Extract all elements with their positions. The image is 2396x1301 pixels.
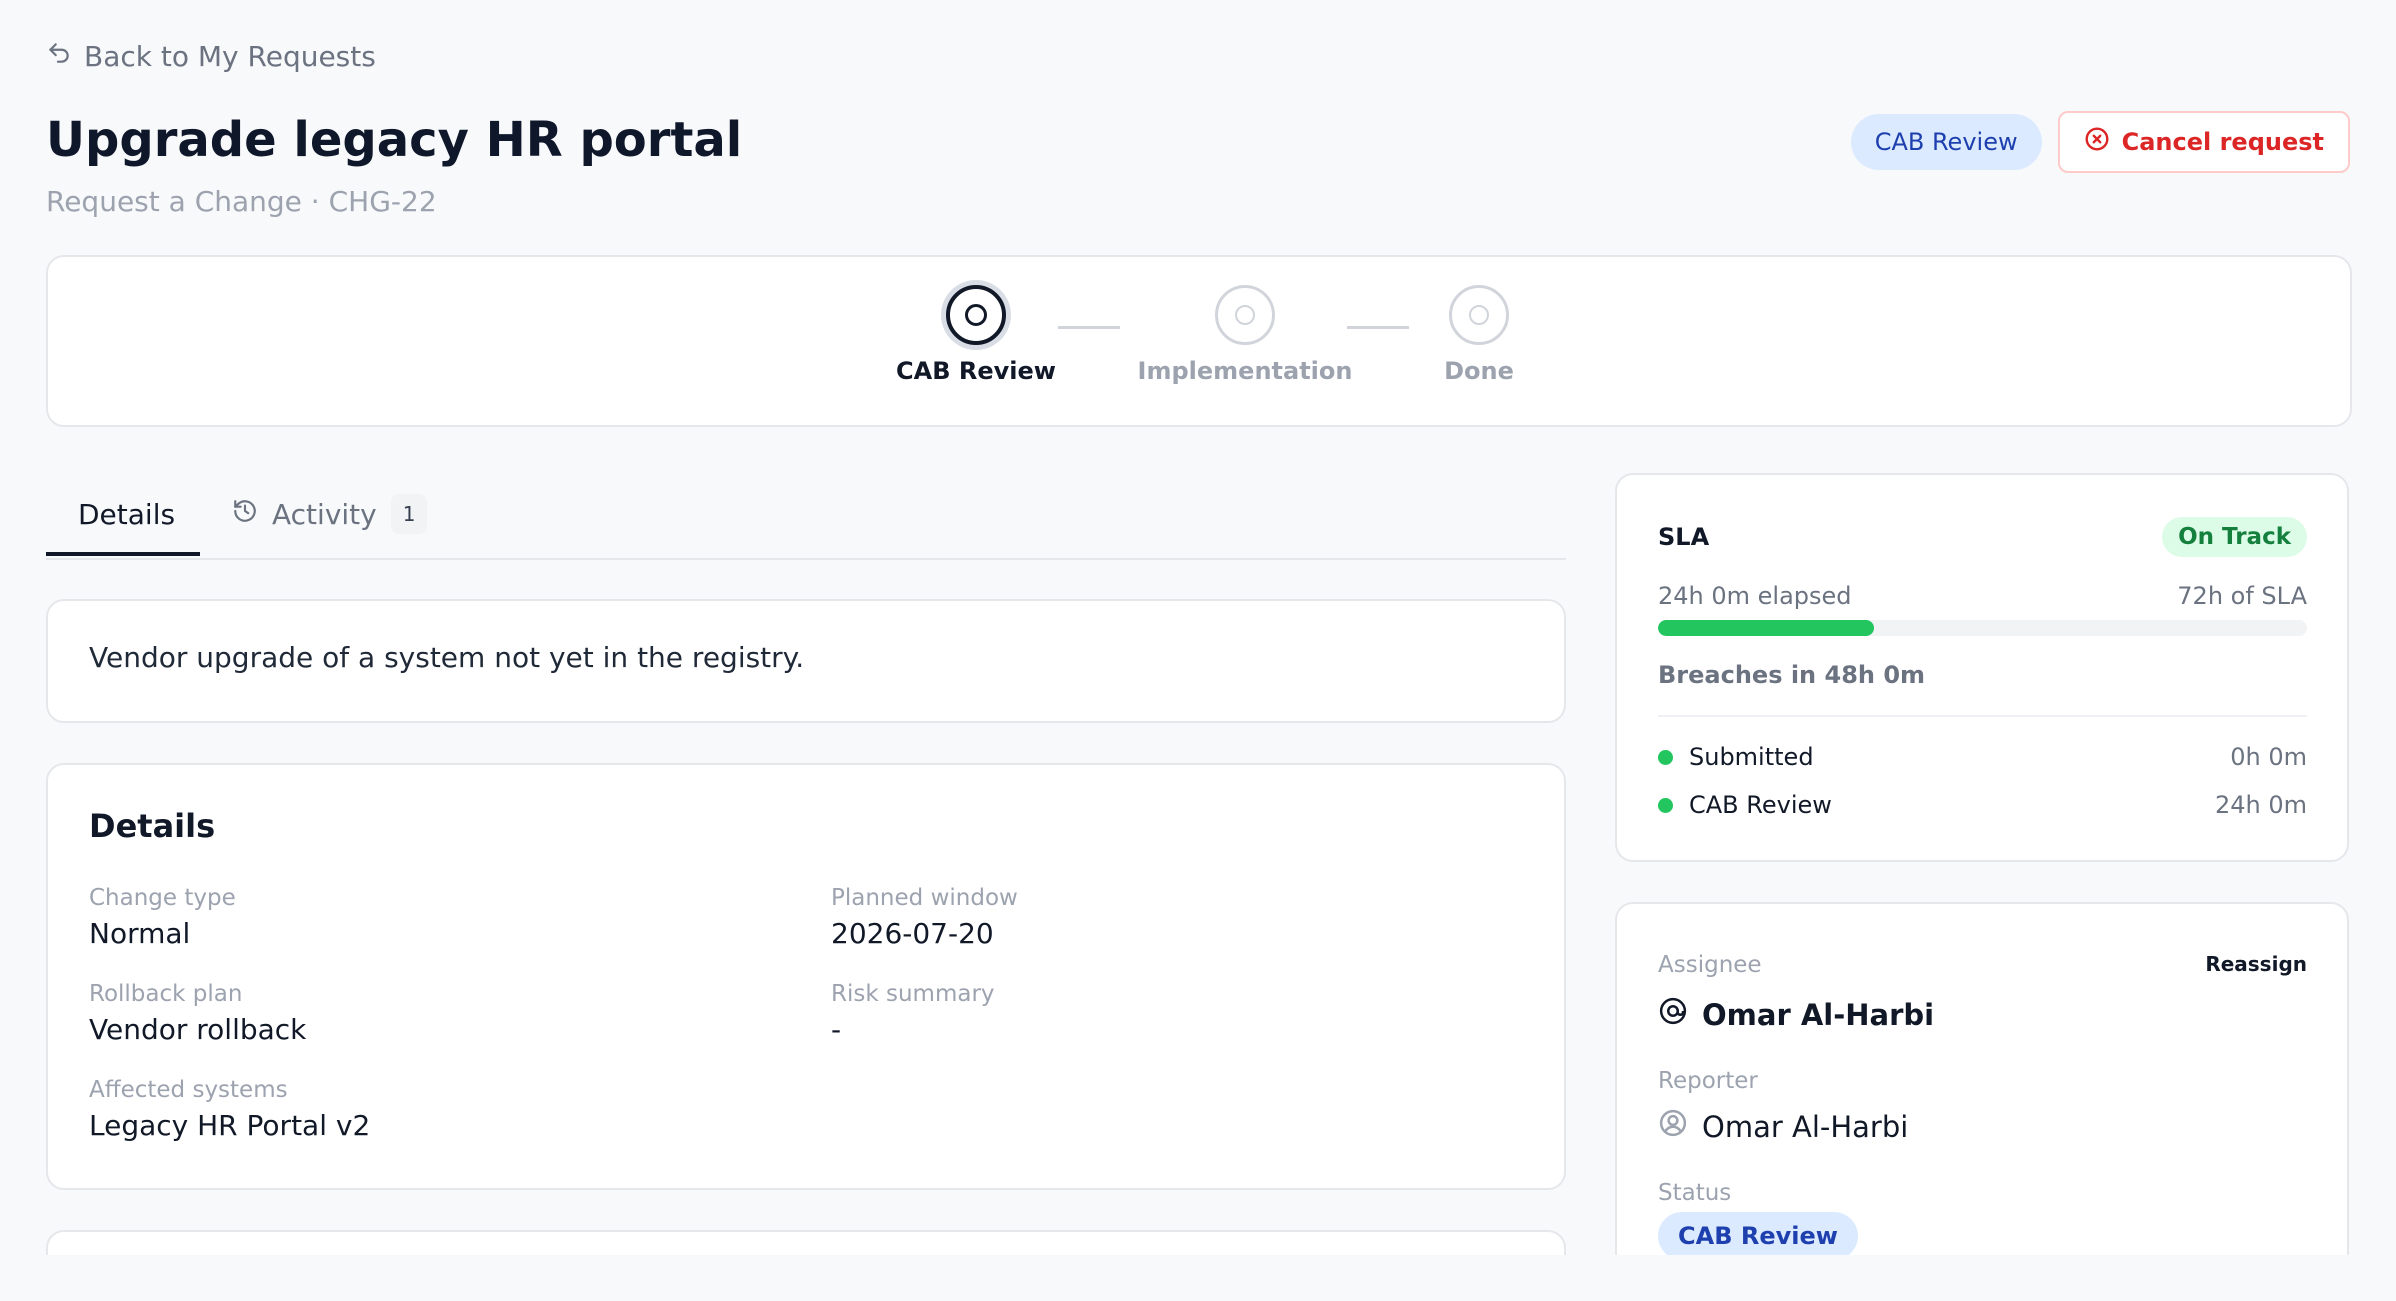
tab-bar: Details Activity 1	[46, 472, 1566, 560]
field-rollback-plan: Rollback plan Vendor rollback	[89, 981, 306, 1046]
user-circle-icon	[1658, 996, 1688, 1033]
next-card	[46, 1230, 1566, 1255]
field-value: 2026-07-20	[831, 917, 994, 950]
tab-details-label: Details	[78, 497, 176, 531]
reporter-name: Omar Al-Harbi	[1702, 1109, 1909, 1144]
sla-total: 72h of SLA	[2177, 582, 2307, 610]
sla-card: SLA On Track 24h 0m elapsed 72h of SLA B…	[1615, 473, 2349, 862]
field-affected-systems: Affected systems Legacy HR Portal v2	[89, 1077, 370, 1142]
field-value: Vendor rollback	[89, 1013, 307, 1046]
field-value: Legacy HR Portal v2	[89, 1109, 371, 1142]
timeline-row: Submitted 0h 0m	[1658, 743, 2307, 771]
step-label: Done	[1444, 357, 1514, 385]
activity-count-badge: 1	[390, 494, 428, 534]
close-circle-icon	[2084, 126, 2110, 158]
page-title: Upgrade legacy HR portal	[46, 112, 743, 168]
field-label: Change type	[89, 885, 236, 911]
cancel-request-label: Cancel request	[2121, 128, 2324, 156]
reporter-label: Reporter	[1658, 1068, 1758, 1094]
step-label: CAB Review	[896, 357, 1056, 385]
status-dot-icon	[1658, 797, 1673, 813]
back-link[interactable]: Back to My Requests	[46, 40, 376, 73]
field-label: Risk summary	[831, 981, 995, 1007]
divider	[1658, 715, 2307, 717]
sla-progress-bar	[1658, 620, 2307, 636]
header-actions: CAB Review Cancel request	[1850, 111, 2350, 173]
description-text: Vendor upgrade of a system not yet in th…	[89, 641, 805, 674]
field-label: Rollback plan	[89, 981, 243, 1007]
reporter: Omar Al-Harbi	[1658, 1108, 1908, 1145]
step-cab-review: CAB Review	[866, 285, 1086, 385]
page-subtitle: Request a Change · CHG-22	[46, 185, 437, 218]
field-label: Affected systems	[89, 1077, 288, 1103]
tab-activity[interactable]: Activity 1	[232, 472, 428, 556]
step-label: Implementation	[1137, 357, 1353, 385]
assignee-name: Omar Al-Harbi	[1702, 997, 1935, 1032]
tab-details[interactable]: Details	[78, 472, 175, 556]
user-circle-icon	[1658, 1108, 1688, 1145]
timeline-label: CAB Review	[1689, 791, 1832, 819]
field-planned-window: Planned window 2026-07-20	[831, 885, 1018, 950]
back-link-label: Back to My Requests	[84, 40, 376, 73]
timeline-time: 24h 0m	[2214, 791, 2307, 819]
viewport: Back to My Requests Upgrade legacy HR po…	[0, 0, 2396, 1255]
reassign-button[interactable]: Reassign	[2205, 952, 2307, 976]
step-circle-icon	[946, 285, 1006, 345]
details-card: Details Change type Normal Planned windo…	[46, 763, 1566, 1190]
undo-arrow-icon	[46, 40, 72, 73]
sla-progress-fill	[1658, 620, 1875, 636]
status-badge: CAB Review	[1658, 1212, 1858, 1255]
field-change-type: Change type Normal	[89, 885, 236, 950]
step-circle-icon	[1215, 285, 1275, 345]
tab-activity-label: Activity	[272, 497, 377, 531]
field-value: -	[831, 1013, 842, 1046]
step-done: Done	[1369, 285, 1589, 385]
sla-status-badge: On Track	[2162, 517, 2307, 557]
history-icon	[232, 498, 258, 531]
timeline-row: CAB Review 24h 0m	[1658, 791, 2307, 819]
description-card: Vendor upgrade of a system not yet in th…	[46, 599, 1566, 723]
step-implementation: Implementation	[1135, 285, 1355, 385]
sla-summary: 24h 0m elapsed 72h of SLA	[1658, 582, 2307, 610]
sla-breach-text: Breaches in 48h 0m	[1658, 661, 1926, 689]
field-value: Normal	[89, 917, 191, 950]
field-label: Planned window	[831, 885, 1018, 911]
assignee: Omar Al-Harbi	[1658, 996, 1934, 1033]
status-badge: CAB Review	[1850, 114, 2042, 170]
field-risk-summary: Risk summary -	[831, 981, 995, 1046]
people-card: Assignee Reassign Omar Al-Harbi Reporter…	[1615, 902, 2349, 1255]
details-heading: Details	[89, 807, 216, 845]
step-connector	[1058, 326, 1120, 329]
sla-title: SLA	[1658, 523, 1710, 551]
sla-elapsed: 24h 0m elapsed	[1658, 582, 1852, 610]
status-dot-icon	[1658, 749, 1673, 765]
status-label: Status	[1658, 1180, 1732, 1206]
cancel-request-button[interactable]: Cancel request	[2057, 111, 2350, 173]
active-tab-indicator	[46, 552, 200, 556]
step-circle-icon	[1449, 285, 1509, 345]
timeline-label: Submitted	[1689, 743, 1814, 771]
workflow-stepper: CAB Review Implementation Done	[46, 255, 2352, 427]
assignee-label: Assignee	[1658, 952, 1762, 978]
timeline-time: 0h 0m	[2230, 743, 2307, 771]
